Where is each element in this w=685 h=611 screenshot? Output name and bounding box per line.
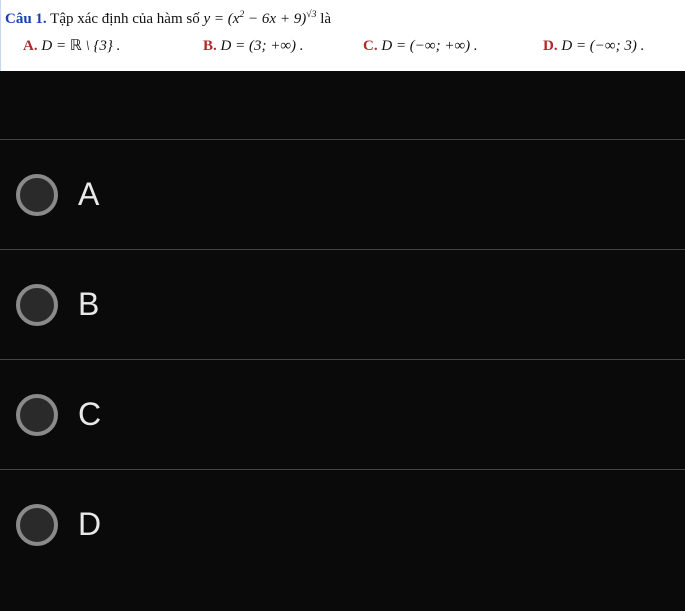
- inline-option-c-label: C.: [363, 38, 378, 54]
- radio-icon[interactable]: [16, 284, 58, 326]
- choice-row-a[interactable]: A: [0, 139, 685, 249]
- inline-option-d-label: D.: [543, 38, 558, 54]
- inline-option-a: A. D = ℝ \ {3} .: [23, 35, 203, 58]
- question-number: Câu 1.: [5, 11, 47, 27]
- inline-option-a-label: A.: [23, 38, 38, 54]
- question-equation: y = (x2 − 6x + 9)√3: [203, 11, 316, 27]
- inline-option-c: C. D = (−∞; +∞) .: [363, 35, 543, 58]
- inline-answer-row: A. D = ℝ \ {3} . B. D = (3; +∞) . C. D =…: [23, 35, 681, 58]
- choice-letter: A: [78, 176, 99, 213]
- inline-option-d-body: D = (−∞; 3) .: [561, 38, 644, 54]
- choice-letter: D: [78, 506, 101, 543]
- choice-letter: B: [78, 286, 99, 323]
- choice-list: A B C D: [0, 139, 685, 579]
- inline-option-b: B. D = (3; +∞) .: [203, 35, 363, 58]
- choice-row-b[interactable]: B: [0, 249, 685, 359]
- question-prompt-after: là: [316, 11, 331, 27]
- inline-option-c-body: D = (−∞; +∞) .: [381, 38, 477, 54]
- radio-icon[interactable]: [16, 394, 58, 436]
- inline-option-d: D. D = (−∞; 3) .: [543, 35, 644, 58]
- inline-option-b-label: B.: [203, 38, 217, 54]
- question-prompt-before: Tập xác định của hàm số: [47, 11, 204, 27]
- choice-letter: C: [78, 396, 101, 433]
- inline-option-a-body: D = ℝ \ {3} .: [41, 38, 120, 54]
- choice-row-c[interactable]: C: [0, 359, 685, 469]
- choice-row-d[interactable]: D: [0, 469, 685, 579]
- radio-icon[interactable]: [16, 504, 58, 546]
- question-block: Câu 1. Tập xác định của hàm số y = (x2 −…: [0, 0, 685, 71]
- inline-option-b-body: D = (3; +∞) .: [221, 38, 304, 54]
- question-text: Câu 1. Tập xác định của hàm số y = (x2 −…: [5, 8, 681, 31]
- radio-icon[interactable]: [16, 174, 58, 216]
